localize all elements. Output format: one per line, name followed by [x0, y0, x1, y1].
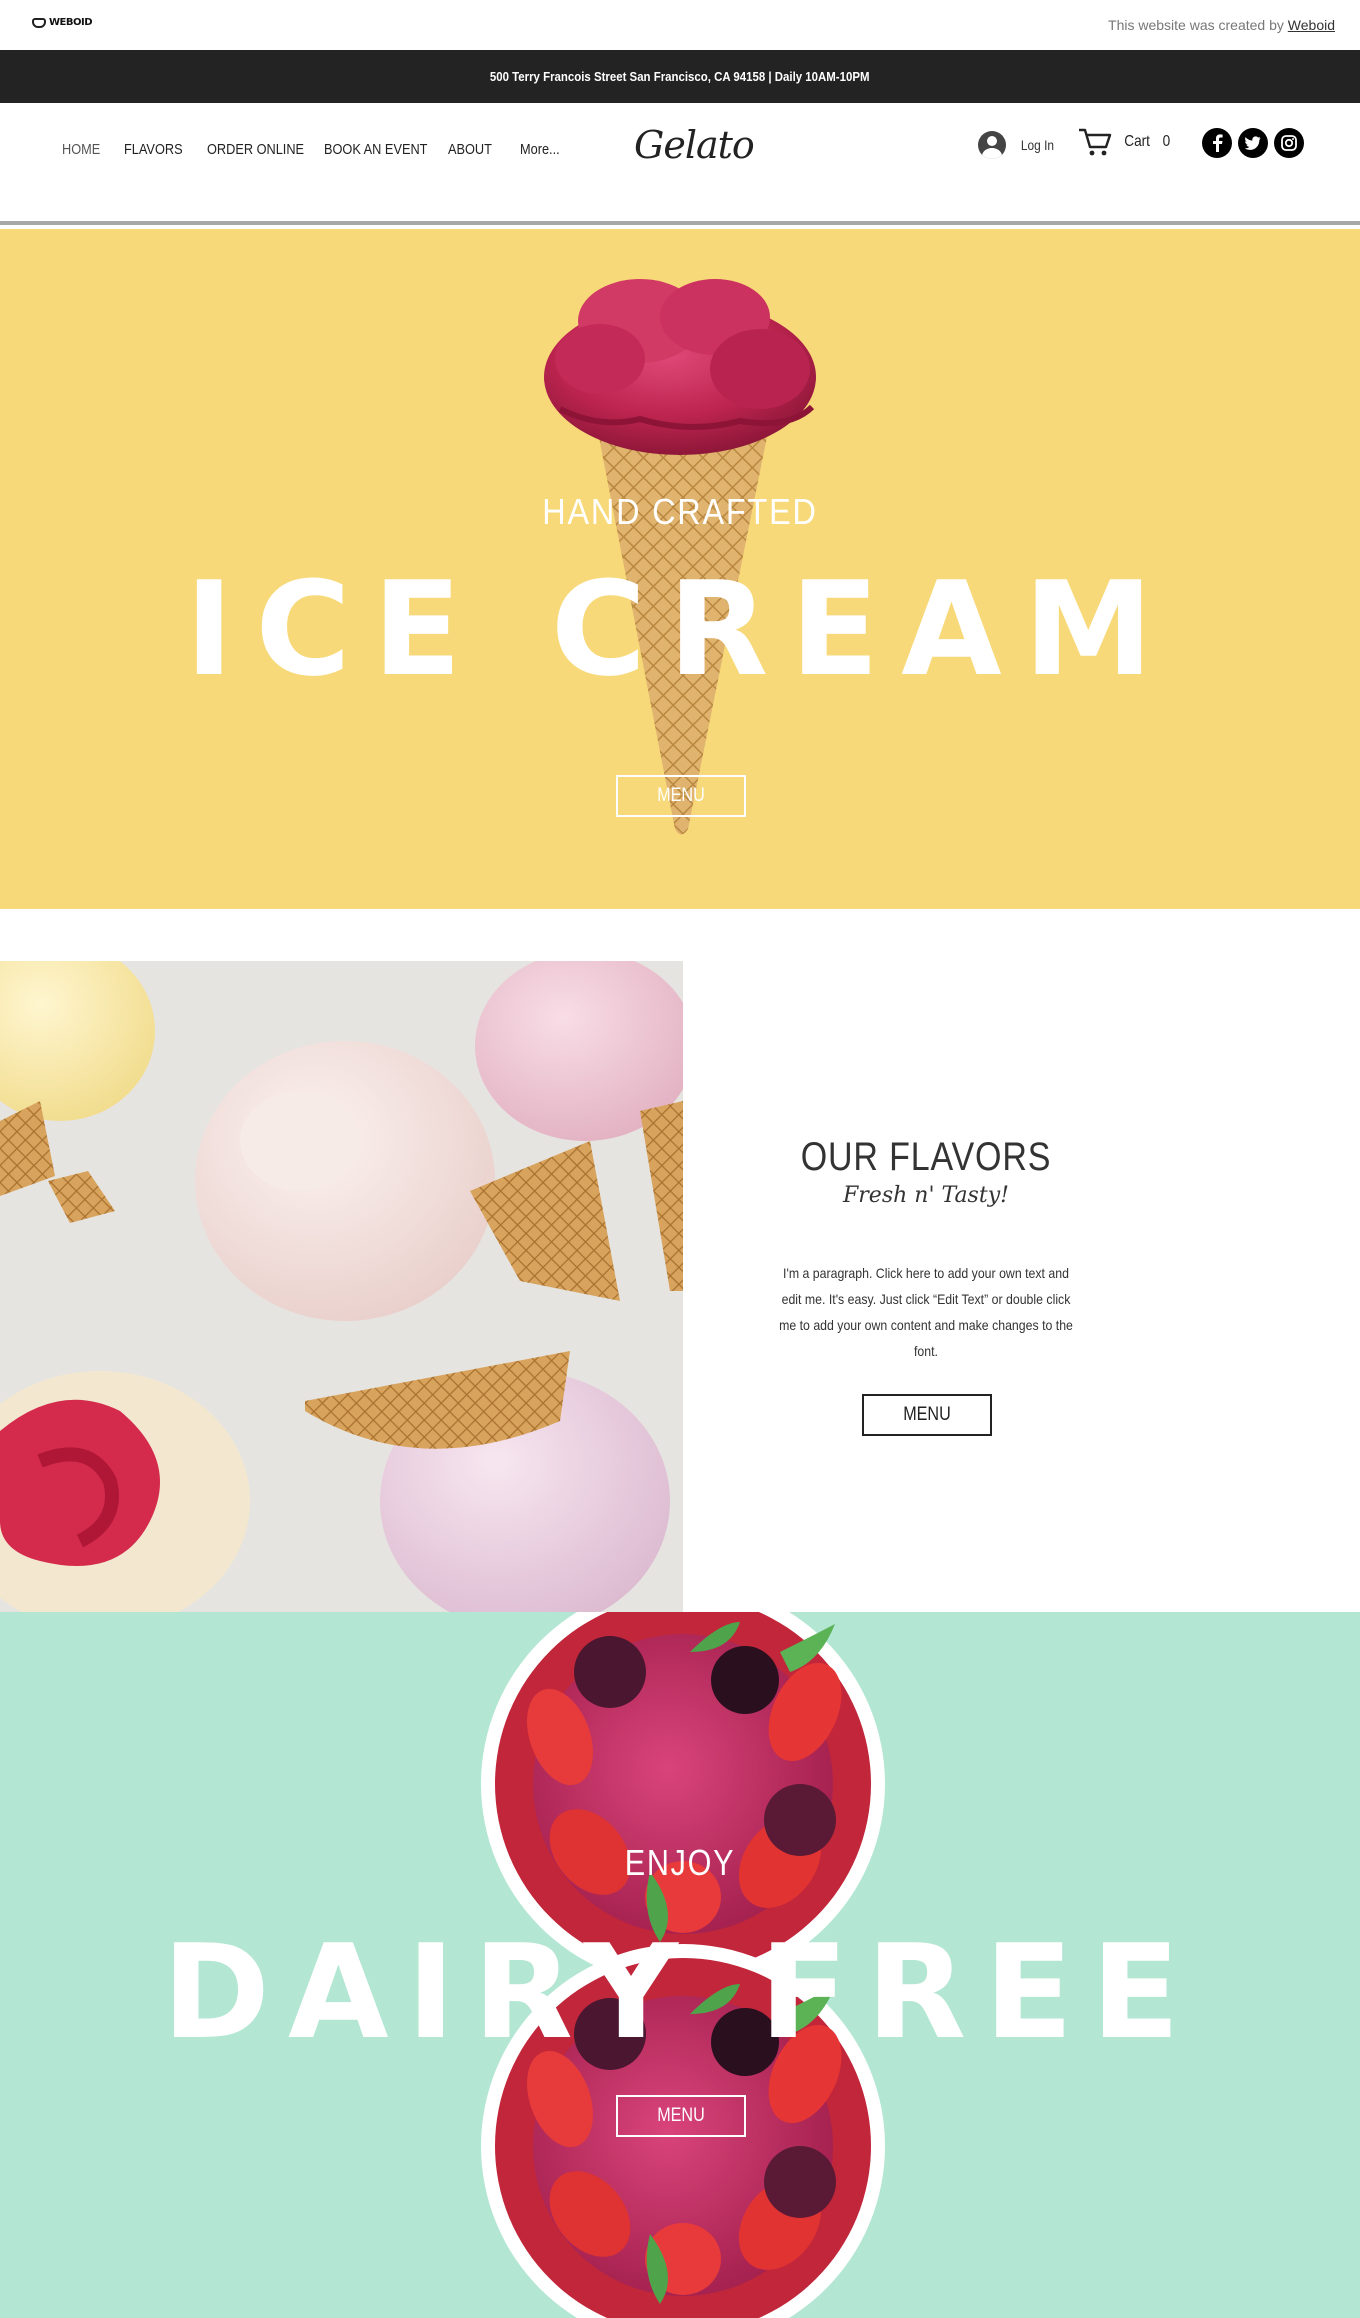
address-text: 500 Terry Francois Street San Francisco,…	[490, 69, 870, 84]
cart-count: 0	[1162, 133, 1171, 150]
flavors-image	[0, 961, 683, 1612]
credit-text: This website was created by	[1108, 17, 1284, 33]
nav-item-more[interactable]: More...	[520, 141, 560, 158]
main-nav: HOME FLAVORS ORDER ONLINE BOOK AN EVENT …	[62, 141, 597, 158]
top-credit-bar: WEBOID This website was created by Weboi…	[0, 0, 1360, 50]
login-label: Log In	[1020, 137, 1055, 153]
flavors-title: OUR FLAVORS	[800, 1135, 1052, 1179]
hero-title: ICE CREAM	[184, 553, 1176, 705]
avatar-icon	[978, 131, 1006, 159]
weboid-brand: WEBOID	[49, 17, 93, 28]
nav-item-order-online[interactable]: ORDER ONLINE	[207, 141, 304, 158]
hero-menu-button[interactable]: MENU	[616, 775, 746, 817]
weboid-logo[interactable]: WEBOID	[32, 17, 93, 28]
credit-link[interactable]: Weboid	[1288, 17, 1335, 33]
twitter-icon[interactable]	[1238, 128, 1268, 158]
weboid-mark-icon	[32, 17, 46, 28]
dairy-menu-label: MENU	[657, 2105, 705, 2126]
facebook-icon[interactable]	[1202, 128, 1232, 158]
dairy-kicker: ENJOY	[624, 1842, 736, 1883]
address-strip: 500 Terry Francois Street San Francisco,…	[0, 50, 1360, 103]
flavors-subtitle: Fresh n' Tasty!	[843, 1183, 1009, 1208]
hero-section: HAND CRAFTED ICE CREAM MENU	[0, 229, 1360, 909]
login-button[interactable]: Log In	[978, 131, 1057, 159]
hero-menu-label: MENU	[657, 785, 705, 806]
nav-item-about[interactable]: ABOUT	[448, 141, 492, 158]
nav-item-flavors[interactable]: FLAVORS	[124, 141, 183, 158]
flavors-menu-button[interactable]: MENU	[862, 1394, 992, 1436]
site-header: HOME FLAVORS ORDER ONLINE BOOK AN EVENT …	[0, 103, 1360, 225]
dairy-free-section: ENJOY DAIRY FREE MENU	[0, 1612, 1360, 2318]
site-logo[interactable]: Gelato	[634, 123, 755, 167]
flavors-paragraph-text: I'm a paragraph. Click here to add your …	[779, 1265, 1073, 1359]
flavors-menu-label: MENU	[903, 1404, 951, 1425]
cart-icon	[1079, 128, 1112, 156]
site-credit: This website was created by Weboid	[1108, 17, 1335, 33]
cart-button[interactable]: Cart 0	[1078, 127, 1171, 157]
instagram-icon[interactable]	[1274, 128, 1304, 158]
cart-label: Cart	[1124, 133, 1150, 150]
dairy-title: DAIRY FREE	[162, 1916, 1198, 2068]
hero-kicker: HAND CRAFTED	[542, 491, 818, 532]
social-bar	[1202, 128, 1304, 158]
nav-item-book-an-event[interactable]: BOOK AN EVENT	[324, 141, 427, 158]
ice-cream-scoops-image	[0, 961, 683, 1612]
flavors-paragraph: I'm a paragraph. Click here to add your …	[753, 1260, 1099, 1364]
nav-item-home[interactable]: HOME	[62, 141, 100, 158]
dairy-menu-button[interactable]: MENU	[616, 2095, 746, 2137]
